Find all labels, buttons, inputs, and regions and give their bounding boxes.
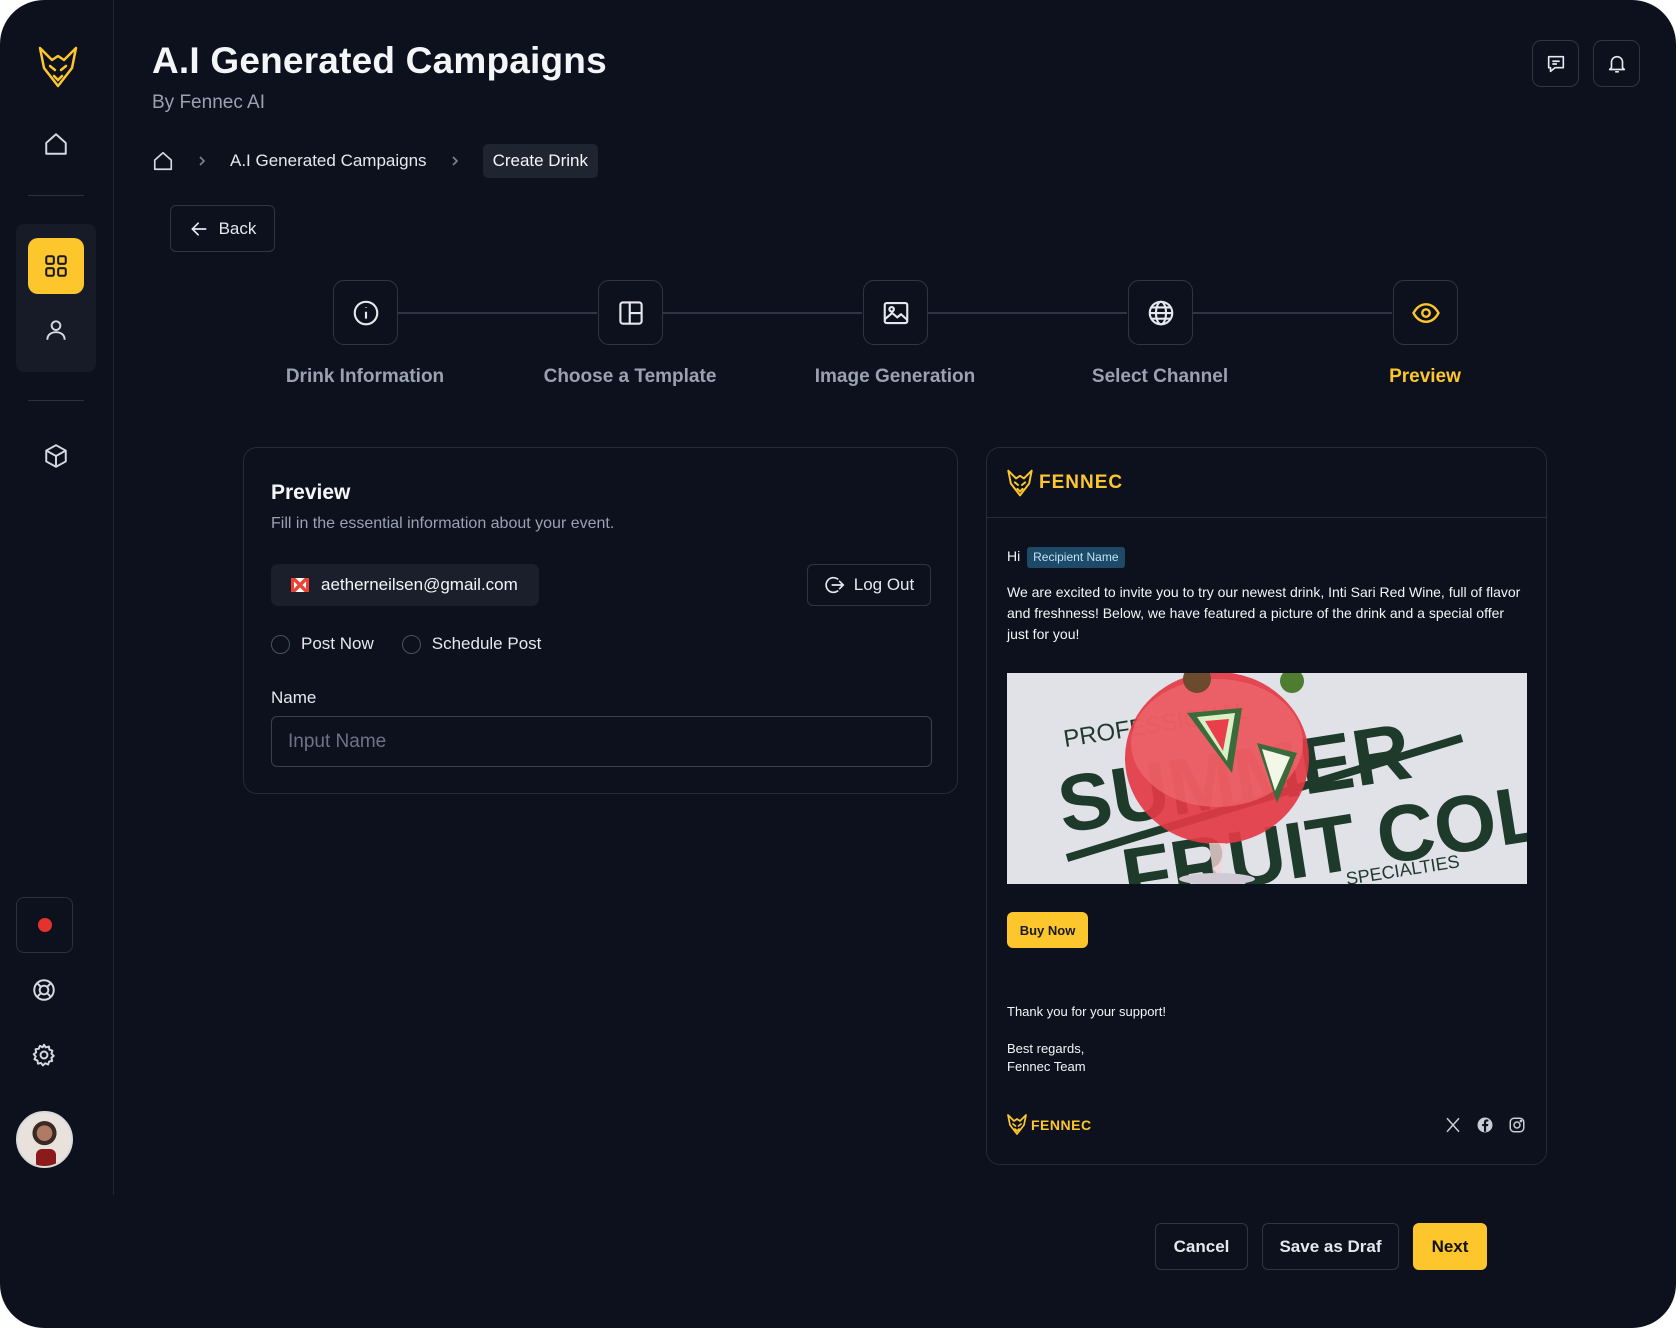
facebook-icon[interactable]: [1476, 1116, 1494, 1134]
footer-brand: FENNEC: [1031, 1116, 1092, 1133]
radio-circle[interactable]: [271, 634, 290, 654]
info-icon: [353, 300, 378, 325]
email-preview-card: FENNEC Hi Recipient Name We are excited …: [986, 447, 1547, 1165]
notifications-button[interactable]: [1593, 40, 1640, 87]
radio-schedule-post[interactable]: Schedule Post: [401, 634, 542, 654]
fennec-logo-icon: [1007, 1114, 1027, 1135]
card-title: Preview: [271, 481, 351, 504]
grid-icon: [45, 255, 67, 277]
chevron-right-icon: [196, 155, 208, 167]
settings-button[interactable]: [16, 1027, 72, 1083]
email-footer-brand: FENNEC: [1007, 1114, 1092, 1135]
buy-now-button[interactable]: Buy Now: [1007, 912, 1088, 948]
greeting-line: Hi Recipient Name: [1007, 546, 1527, 568]
email-header: FENNEC: [987, 448, 1546, 518]
stepper-connector: [1192, 312, 1392, 314]
radio-circle[interactable]: [401, 634, 421, 654]
app-window: A.I Generated Campaigns By Fennec AI A.I…: [0, 0, 1676, 1328]
stepper-connector: [927, 312, 1127, 314]
user-nav-button[interactable]: [28, 302, 84, 358]
email-body: Hi Recipient Name We are excited to invi…: [1007, 546, 1527, 645]
email-address: aetherneilsen@gmail.com: [321, 575, 518, 594]
greeting: Hi: [1007, 548, 1021, 564]
stepper-connector: [662, 312, 862, 314]
step-choose-template[interactable]: [598, 280, 663, 345]
fennec-logo-icon: [1007, 469, 1033, 496]
support-button[interactable]: [16, 962, 72, 1018]
radio-schedule-label: Schedule Post: [431, 634, 542, 653]
back-button[interactable]: Back: [170, 205, 275, 252]
arrow-left-icon: [190, 221, 207, 236]
home-nav-button[interactable]: [28, 116, 84, 172]
chat-icon: [1547, 55, 1564, 72]
logout-label: Log Out: [853, 575, 915, 594]
lifebuoy-icon: [33, 979, 55, 1001]
recipient-tag: Recipient Name: [1027, 547, 1125, 568]
home-icon: [45, 133, 67, 155]
image-icon: [883, 301, 908, 324]
breadcrumb: A.I Generated Campaigns Create Drink: [152, 144, 598, 178]
cube-icon: [45, 444, 67, 468]
home-icon: [153, 151, 173, 171]
stepper-connector: [397, 312, 597, 314]
step-preview[interactable]: [1393, 280, 1458, 345]
connected-email: aetherneilsen@gmail.com: [271, 564, 539, 606]
step-image-generation[interactable]: [863, 280, 928, 345]
breadcrumb-campaigns[interactable]: A.I Generated Campaigns: [230, 151, 427, 171]
name-field-label: Name: [271, 688, 317, 707]
page-title: A.I Generated Campaigns: [152, 40, 607, 81]
breadcrumb-home[interactable]: [152, 150, 174, 172]
step-label-choose-template: Choose a Template: [543, 366, 717, 387]
logout-button[interactable]: Log Out: [807, 564, 931, 606]
bell-icon: [1608, 55, 1625, 73]
step-label-select-channel: Select Channel: [1091, 366, 1229, 387]
social-links: [1444, 1116, 1526, 1134]
team-line: Fennec Team: [1007, 1059, 1086, 1074]
drink-hero-image: PROFESSIONAL SUMMER FRUIT COLD SPECIALTI…: [1007, 673, 1527, 884]
post-timing-options: Post Now Schedule Post: [271, 634, 541, 654]
sidebar: [0, 0, 114, 1195]
email-intro: We are excited to invite you to try our …: [1007, 584, 1521, 642]
save-draft-button[interactable]: Save as Draf: [1262, 1223, 1399, 1270]
card-subtitle: Fill in the essential information about …: [271, 515, 615, 532]
chevron-right-icon: [449, 155, 461, 167]
step-label-preview: Preview: [1389, 366, 1461, 387]
x-twitter-icon[interactable]: [1444, 1116, 1462, 1134]
radio-post-now-label: Post Now: [301, 634, 374, 653]
step-label-image-generation: Image Generation: [814, 366, 976, 387]
radio-post-now[interactable]: Post Now: [271, 634, 374, 654]
gear-icon: [32, 1043, 55, 1067]
regards-line: Best regards,: [1007, 1041, 1085, 1056]
sidebar-divider: [28, 195, 84, 196]
email-brand: FENNEC: [1039, 471, 1124, 493]
name-input[interactable]: [271, 716, 932, 767]
next-button[interactable]: Next: [1413, 1223, 1487, 1270]
page-subtitle: By Fennec AI: [152, 92, 266, 113]
step-drink-information[interactable]: [333, 280, 398, 345]
record-dot-icon: [37, 918, 52, 932]
layout-icon: [618, 300, 643, 325]
user-avatar[interactable]: [16, 1111, 73, 1168]
gmail-icon: [291, 578, 309, 592]
messages-button[interactable]: [1532, 40, 1579, 87]
back-label: Back: [218, 218, 257, 238]
cancel-button[interactable]: Cancel: [1155, 1223, 1248, 1270]
logout-icon: [825, 576, 845, 594]
sidebar-divider: [28, 400, 84, 401]
breadcrumb-current: Create Drink: [482, 144, 598, 178]
record-button[interactable]: [16, 897, 73, 953]
instagram-icon[interactable]: [1508, 1116, 1526, 1134]
step-label-drink-information: Drink Information: [285, 366, 445, 387]
user-icon: [46, 320, 66, 340]
eye-icon: [1411, 302, 1440, 323]
email-thanks: Thank you for your support!: [1007, 1004, 1166, 1019]
dashboard-nav-button[interactable]: [28, 238, 84, 294]
drink-poster: PROFESSIONAL SUMMER FRUIT COLD SPECIALTI…: [1007, 673, 1527, 884]
step-select-channel[interactable]: [1128, 280, 1193, 345]
preview-form-card: Preview Fill in the essential informatio…: [243, 447, 958, 794]
email-signoff: Best regards, Fennec Team: [1007, 1040, 1086, 1076]
products-nav-button[interactable]: [28, 428, 84, 484]
globe-icon: [1148, 300, 1173, 325]
fennec-logo[interactable]: [38, 46, 78, 88]
